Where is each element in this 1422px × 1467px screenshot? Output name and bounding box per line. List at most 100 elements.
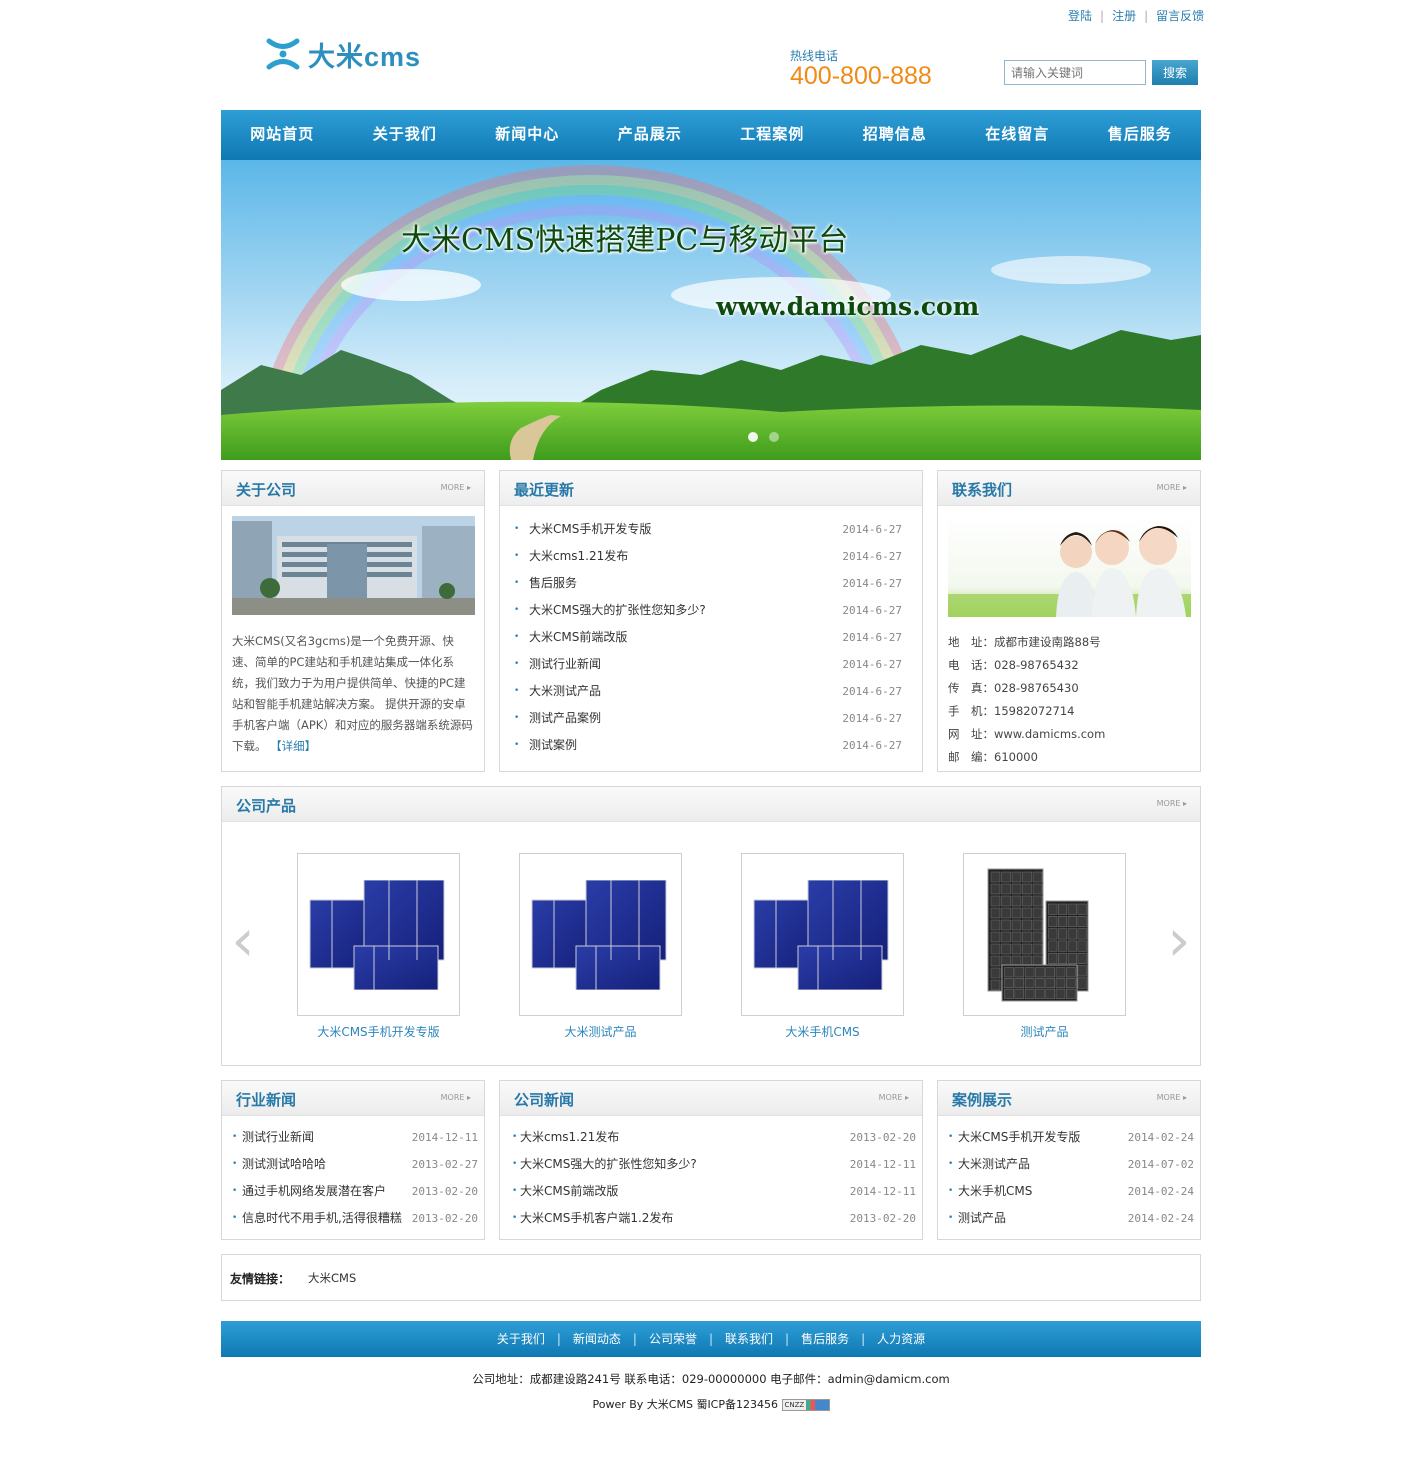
list-item[interactable]: • 测试产品案例 2014-6-27 [512,705,912,732]
list-item-title[interactable]: 大米cms1.21发布 [529,543,628,570]
login-link[interactable]: 登陆 [1068,7,1092,24]
panel-header: 案例展示 MORE ▸ [938,1081,1200,1116]
list-item[interactable]: • 大米cms1.21发布 2014-6-27 [512,543,912,570]
list-item[interactable]: • 大米手机CMS 2014-02-24 [946,1178,1196,1205]
panel-header: 行业新闻 MORE ▸ [222,1081,484,1116]
search-input[interactable] [1004,60,1146,85]
register-link[interactable]: 注册 [1112,7,1136,24]
list-item[interactable]: • 大米CMS强大的扩张性您知多少? 2014-6-27 [512,597,912,624]
solar-cell-image[interactable] [519,853,682,1016]
list-item-title[interactable]: 通过手机网络发展潜在客户 [242,1178,386,1205]
list-item-title[interactable]: 大米CMS强大的扩张性您知多少? [520,1151,697,1178]
product-name[interactable]: 大米手机CMS [741,1023,904,1040]
list-item-title[interactable]: 信息时代不用手机,活得很糟糕 [242,1205,402,1232]
product-card[interactable]: 大米测试产品 [519,853,682,1040]
bullet-icon: • [948,1186,954,1196]
more-link[interactable]: MORE ▸ [1157,483,1187,492]
list-item-title[interactable]: 大米测试产品 [958,1151,1030,1178]
list-item-title[interactable]: 测试测试哈哈哈 [242,1151,326,1178]
list-item[interactable]: • 售后服务 2014-6-27 [512,570,912,597]
banner-slider[interactable]: 大米CMS快速搭建PC与移动平台 www.damicms.com [221,160,1201,460]
list-item[interactable]: • 大米CMS前端改版 2014-12-11 [510,1178,918,1205]
power-text: Power By 大米CMS 蜀ICP备123456 [592,1398,778,1411]
product-card[interactable]: 测试产品 [963,853,1126,1040]
search-button[interactable]: 搜索 [1152,60,1198,85]
list-item-title[interactable]: 售后服务 [529,570,577,597]
list-item[interactable]: • 测试测试哈哈哈 2013-02-27 [230,1151,480,1178]
list-item-title[interactable]: 测试产品 [958,1205,1006,1232]
list-item-title[interactable]: 测试案例 [529,732,577,759]
bullet-icon: • [232,1213,238,1223]
list-item[interactable]: • 通过手机网络发展潜在客户 2013-02-20 [230,1178,480,1205]
footer-link-hr[interactable]: 人力资源 [877,1332,925,1346]
footer-link-contact[interactable]: 联系我们 [725,1332,773,1346]
solar-cell-image[interactable] [741,853,904,1016]
product-card[interactable]: 大米手机CMS [741,853,904,1040]
list-item[interactable]: • 测试案例 2014-6-27 [512,732,912,759]
feedback-link[interactable]: 留言反馈 [1156,7,1204,24]
list-item-title[interactable]: 大米CMS手机开发专版 [529,516,651,543]
bullet-icon: • [232,1186,238,1196]
footer-link-about[interactable]: 关于我们 [497,1332,545,1346]
footer-link-honor[interactable]: 公司荣誉 [649,1332,697,1346]
more-link[interactable]: MORE ▸ [441,1093,471,1102]
list-item[interactable]: • 大米测试产品 2014-6-27 [512,678,912,705]
list-item-title[interactable]: 大米手机CMS [958,1178,1032,1205]
list-item[interactable]: • 测试产品 2014-02-24 [946,1205,1196,1232]
friend-link[interactable]: 大米CMS [308,1270,356,1286]
stats-badge-icon[interactable]: CNZZ [781,1399,830,1411]
list-item-title[interactable]: 大米cms1.21发布 [520,1124,619,1151]
more-link[interactable]: MORE ▸ [1157,799,1187,808]
list-item[interactable]: • 测试行业新闻 2014-12-11 [230,1124,480,1151]
nav-item-jobs[interactable]: 招聘信息 [834,110,957,160]
separator: | [1100,9,1105,23]
separator: | [556,1332,561,1346]
more-link[interactable]: MORE ▸ [441,483,471,492]
next-arrow-icon[interactable]: › [1167,911,1191,969]
product-name[interactable]: 测试产品 [963,1023,1126,1040]
list-item-title[interactable]: 测试行业新闻 [529,651,601,678]
nav-item-home[interactable]: 网站首页 [221,110,344,160]
list-item[interactable]: • 测试行业新闻 2014-6-27 [512,651,912,678]
product-name[interactable]: 大米CMS手机开发专版 [297,1023,460,1040]
list-item[interactable]: • 大米CMS前端改版 2014-6-27 [512,624,912,651]
prev-arrow-icon[interactable]: ‹ [231,911,255,969]
slider-dot-active[interactable] [748,432,758,442]
more-link[interactable]: MORE ▸ [879,1093,909,1102]
detail-link[interactable]: 【详细】 [270,739,316,753]
list-item-title[interactable]: 测试产品案例 [529,705,601,732]
list-item-title[interactable]: 大米CMS前端改版 [529,624,627,651]
product-card[interactable]: 大米CMS手机开发专版 [297,853,460,1040]
list-item-title[interactable]: 大米测试产品 [529,678,601,705]
list-item[interactable]: • 大米cms1.21发布 2013-02-20 [510,1124,918,1151]
list-item-title[interactable]: 大米CMS手机开发专版 [958,1124,1080,1151]
nav-item-products[interactable]: 产品展示 [589,110,712,160]
footer-link-service[interactable]: 售后服务 [801,1332,849,1346]
nav-item-news[interactable]: 新闻中心 [466,110,589,160]
list-item[interactable]: • 信息时代不用手机,活得很糟糕 2013-02-20 [230,1205,480,1232]
solar-cell-image[interactable] [297,853,460,1016]
list-item[interactable]: • 大米CMS强大的扩张性您知多少? 2014-12-11 [510,1151,918,1178]
nav-item-about[interactable]: 关于我们 [344,110,467,160]
list-item[interactable]: • 大米CMS手机开发专版 2014-6-27 [512,516,912,543]
list-item-title[interactable]: 大米CMS手机客户端1.2发布 [520,1205,673,1232]
nav-item-message[interactable]: 在线留言 [956,110,1079,160]
solar-panel-image[interactable] [963,853,1126,1016]
more-link[interactable]: MORE ▸ [1157,1093,1187,1102]
list-item-date: 2014-6-27 [842,739,902,752]
bullet-icon: • [514,686,520,696]
list-item[interactable]: • 大米CMS手机客户端1.2发布 2013-02-20 [510,1205,918,1232]
footer-nav: 关于我们 | 新闻动态 | 公司荣誉 | 联系我们 | 售后服务 | 人力资源 [221,1321,1201,1357]
list-item-title[interactable]: 大米CMS前端改版 [520,1178,618,1205]
nav-item-cases[interactable]: 工程案例 [711,110,834,160]
logo[interactable]: 大米cms [266,36,421,72]
product-name[interactable]: 大米测试产品 [519,1023,682,1040]
list-item[interactable]: • 大米CMS手机开发专版 2014-02-24 [946,1124,1196,1151]
list-item[interactable]: • 大米测试产品 2014-07-02 [946,1151,1196,1178]
footer-link-news[interactable]: 新闻动态 [573,1332,621,1346]
list-item-title[interactable]: 测试行业新闻 [242,1124,314,1151]
slider-dot[interactable] [769,432,779,442]
logo-icon [266,38,300,70]
nav-item-service[interactable]: 售后服务 [1079,110,1202,160]
list-item-title[interactable]: 大米CMS强大的扩张性您知多少? [529,597,706,624]
